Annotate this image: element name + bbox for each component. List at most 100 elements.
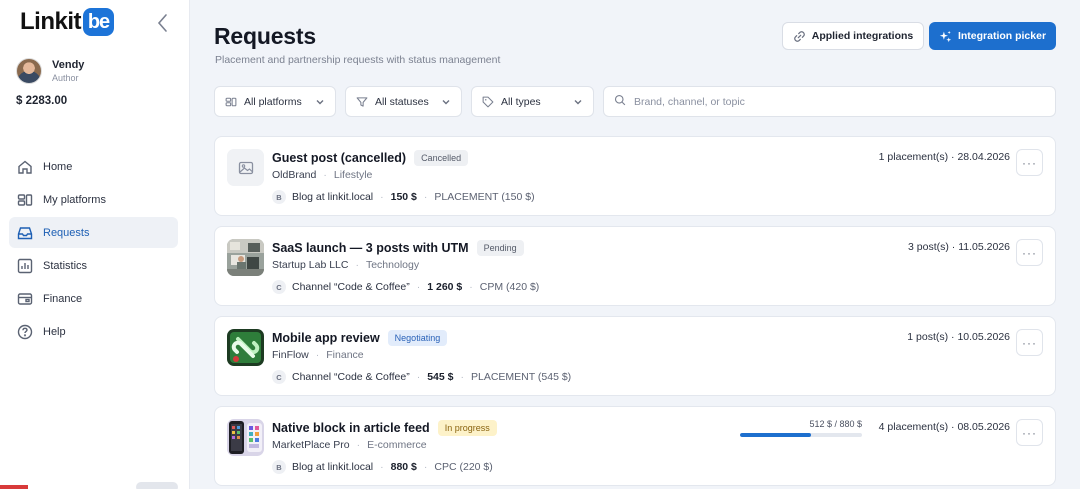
sidebar-nav: Home My platforms Requests Statistics Fi… — [9, 151, 178, 349]
logo[interactable]: Linkit be — [20, 8, 114, 36]
status-badge: Cancelled — [414, 150, 469, 166]
platform-filter-dropdown[interactable]: All platforms — [214, 86, 336, 117]
pricing-model: CPM (420 $) — [479, 281, 540, 293]
ellipsis-icon: ··· — [1022, 155, 1037, 170]
request-title: Native block in article feed — [272, 421, 430, 435]
channel-initial: B — [272, 190, 286, 204]
balance: $ 2283.00 — [16, 95, 68, 107]
category: Technology — [365, 259, 420, 271]
sparkle-icon — [939, 30, 952, 42]
request-meta: 1 placement(s) · 28.04.2026 — [878, 151, 1010, 163]
type-filter-value: All types — [501, 95, 541, 108]
phone-apps-thumbnail — [227, 419, 264, 456]
brand-name: OldBrand — [272, 169, 317, 181]
search-icon — [614, 93, 626, 111]
ellipsis-icon: ··· — [1022, 335, 1037, 350]
sidebar-item-home[interactable]: Home — [9, 151, 178, 182]
channel-initial: B — [272, 460, 286, 474]
help-icon — [17, 324, 33, 340]
progress-track — [740, 433, 862, 437]
user-profile[interactable]: Vendy Author — [16, 58, 84, 84]
brand-name: Startup Lab LLC — [272, 259, 349, 271]
category: E-commerce — [367, 439, 427, 451]
integration-picker-label: Integration picker — [957, 30, 1047, 42]
separator-dot: · — [380, 191, 384, 203]
status-badge: In progress — [437, 420, 497, 436]
channel-name: Channel “Code & Coffee” — [292, 281, 410, 293]
finflow-logo-thumbnail — [227, 329, 264, 366]
sidebar-item-finance[interactable]: Finance — [9, 283, 178, 314]
progress-label: 512 $ / 880 $ — [809, 419, 862, 429]
chevron-down-icon — [441, 97, 451, 107]
tag-icon — [482, 96, 494, 108]
search-input[interactable] — [634, 95, 1034, 108]
more-options-button[interactable]: ··· — [1016, 419, 1043, 446]
sidebar: Linkit be Vendy Author $ 2283.00 Home My… — [0, 0, 190, 489]
sidebar-item-label: Home — [43, 160, 73, 173]
more-options-button[interactable]: ··· — [1016, 239, 1043, 266]
applied-integrations-label: Applied integrations — [811, 30, 914, 42]
pricing-model: CPC (220 $) — [434, 461, 493, 473]
status-filter-dropdown[interactable]: All statuses — [345, 86, 462, 117]
sidebar-item-label: My platforms — [43, 193, 106, 206]
image-placeholder-icon — [227, 149, 264, 186]
more-options-button[interactable]: ··· — [1016, 149, 1043, 176]
request-meta: 1 post(s) · 10.05.2026 — [907, 331, 1010, 343]
sidebar-item-statistics[interactable]: Statistics — [9, 250, 178, 281]
channel-initial: C — [272, 280, 286, 294]
more-options-button[interactable]: ··· — [1016, 329, 1043, 356]
chevron-down-icon — [315, 97, 325, 107]
budget-progress: 512 $ / 880 $ — [740, 419, 862, 437]
notification-strip — [0, 485, 28, 489]
filter-icon — [356, 96, 368, 108]
inbox-icon — [17, 225, 33, 241]
separator-dot: · — [323, 169, 327, 181]
request-meta: 3 post(s) · 11.05.2026 — [908, 241, 1010, 253]
separator-dot: · — [423, 461, 428, 473]
category: Finance — [326, 349, 364, 361]
type-filter-dropdown[interactable]: All types — [471, 86, 594, 117]
search-box — [603, 86, 1056, 117]
separator-dot: · — [460, 371, 465, 383]
separator-dot: · — [380, 461, 384, 473]
home-icon — [17, 159, 33, 175]
pricing-model: PLACEMENT (150 $) — [434, 191, 535, 203]
avatar — [16, 58, 42, 84]
brand-name: MarketPlace Pro — [272, 439, 350, 451]
request-card[interactable]: Mobile app review Negotiating FinFlow · … — [214, 316, 1056, 396]
sidebar-item-my-platforms[interactable]: My platforms — [9, 184, 178, 215]
main-content: Requests Placement and partnership reque… — [190, 0, 1080, 489]
separator-dot: · — [416, 281, 421, 293]
separator-dot: · — [423, 191, 428, 203]
applied-integrations-button[interactable]: Applied integrations — [782, 22, 924, 50]
link-icon — [793, 30, 805, 42]
price: 150 $ — [390, 191, 417, 203]
user-role: Author — [52, 72, 79, 83]
request-card[interactable]: Guest post (cancelled) Cancelled OldBran… — [214, 136, 1056, 216]
chevron-left-icon — [157, 14, 167, 32]
integration-picker-button[interactable]: Integration picker — [929, 22, 1056, 50]
ellipsis-icon: ··· — [1022, 425, 1037, 440]
theme-toggle[interactable] — [136, 482, 178, 489]
logo-text: Linkit — [20, 8, 82, 35]
status-filter-value: All statuses — [375, 95, 429, 108]
collapse-sidebar-button[interactable] — [154, 12, 172, 34]
request-card[interactable]: SaaS launch — 3 posts with UTM Pending S… — [214, 226, 1056, 306]
channel-name: Blog at linkit.local — [292, 461, 374, 473]
sidebar-item-label: Statistics — [43, 259, 88, 272]
page-title: Requests — [214, 23, 316, 49]
request-card[interactable]: Native block in article feed In progress… — [214, 406, 1056, 486]
separator-dot: · — [355, 259, 359, 271]
sidebar-item-label: Help — [43, 325, 66, 338]
request-title: Guest post (cancelled) — [272, 151, 407, 165]
price: 880 $ — [390, 461, 417, 473]
status-badge: Pending — [476, 240, 524, 256]
price: 545 $ — [427, 371, 454, 383]
sidebar-item-label: Finance — [43, 292, 83, 305]
user-name: Vendy — [52, 58, 85, 71]
progress-fill — [740, 433, 811, 437]
sidebar-item-help[interactable]: Help — [9, 316, 178, 347]
request-title: Mobile app review — [272, 331, 380, 345]
channel-name: Blog at linkit.local — [292, 191, 374, 203]
sidebar-item-requests[interactable]: Requests — [9, 217, 178, 248]
